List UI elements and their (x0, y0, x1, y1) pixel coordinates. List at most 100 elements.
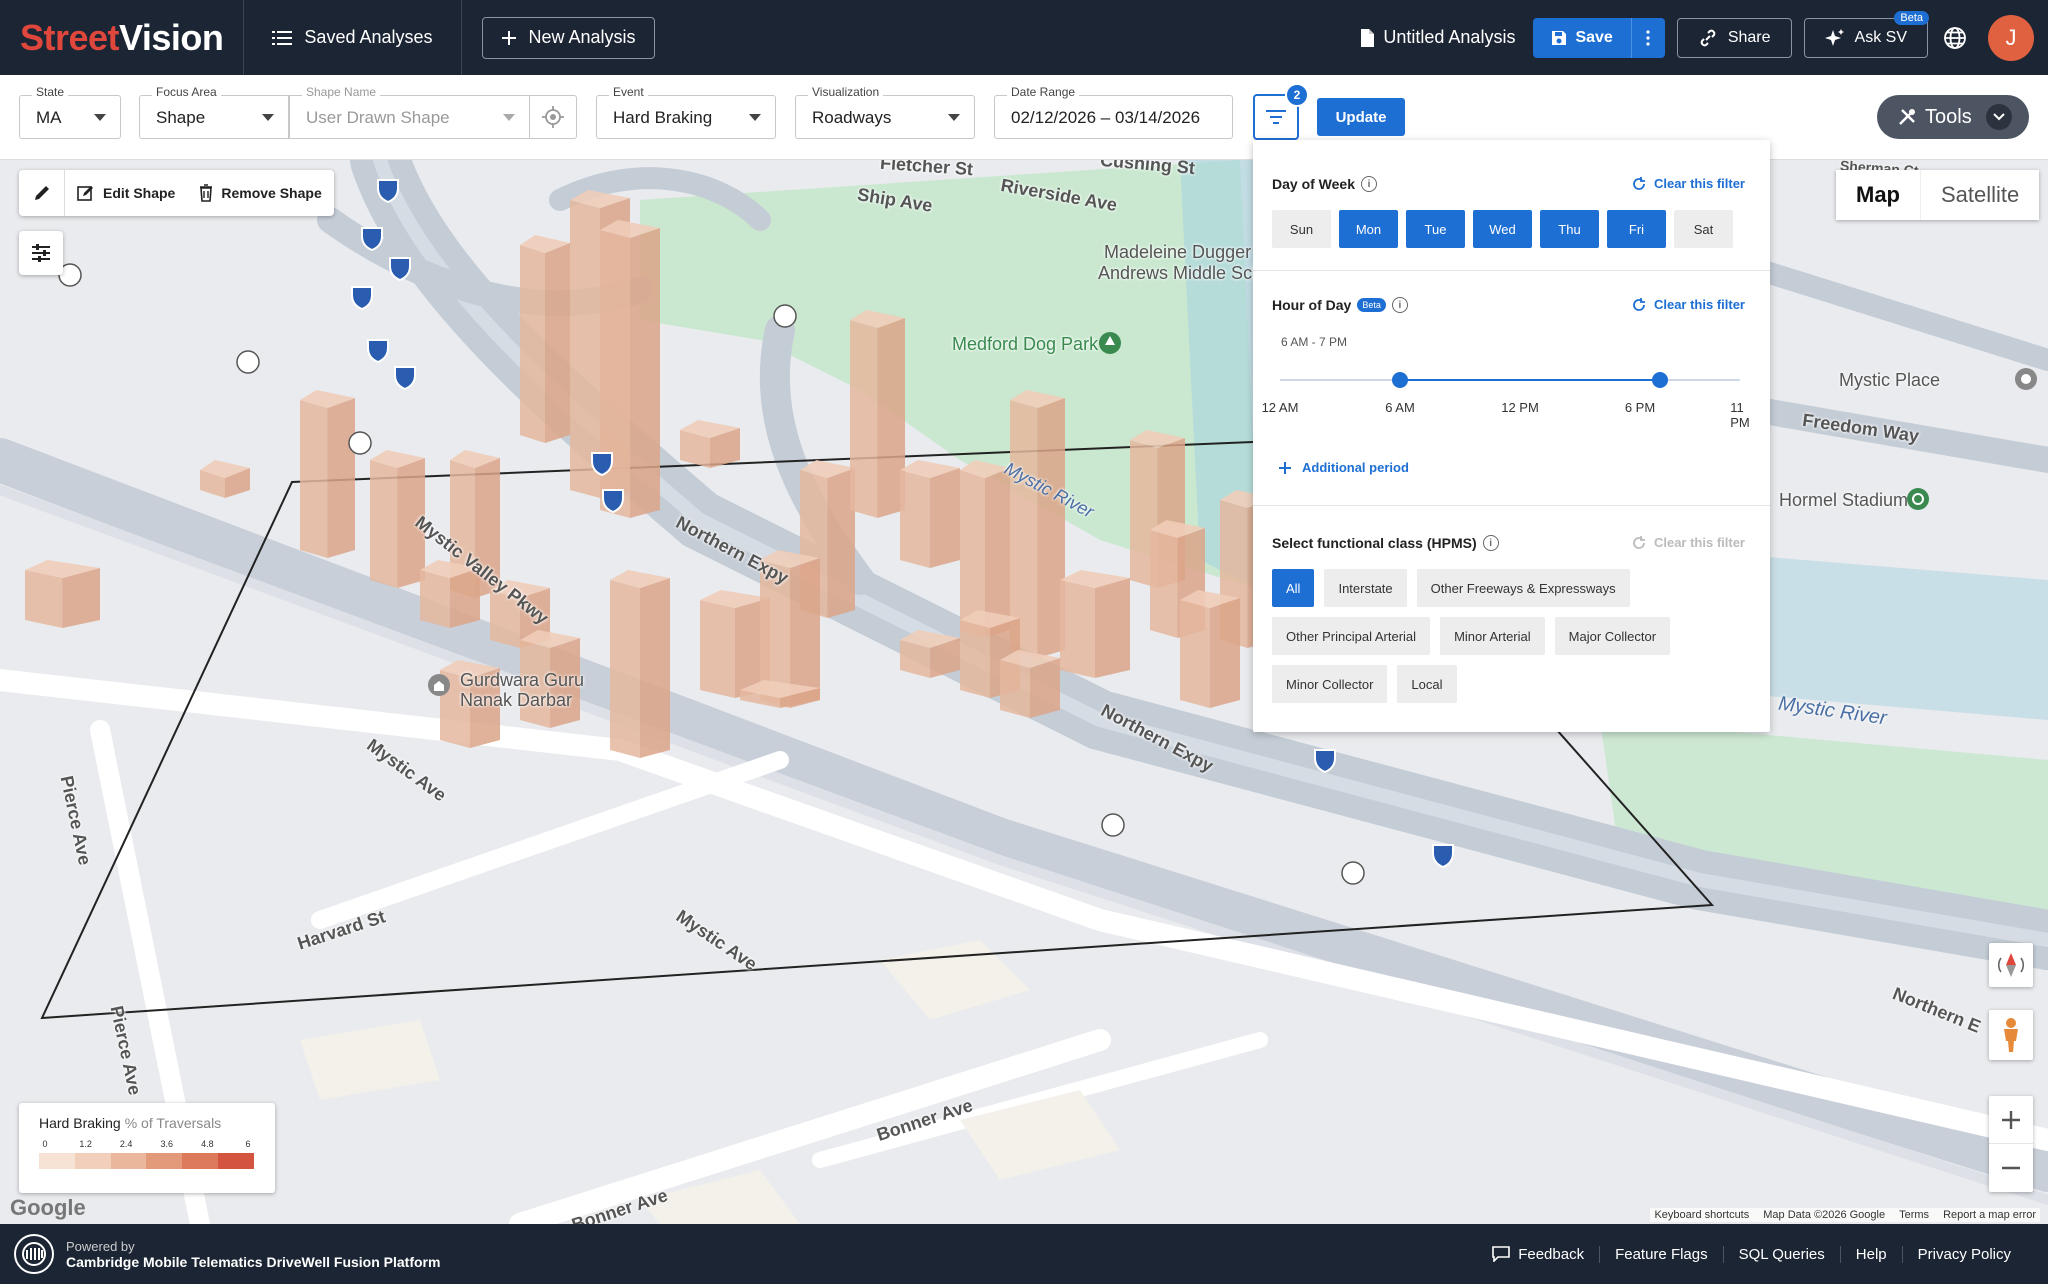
legend-color-swatch (39, 1153, 75, 1169)
terms-link[interactable]: Terms (1899, 1209, 1929, 1221)
saved-analyses-button[interactable]: Saved Analyses (244, 0, 460, 75)
ask-sv-button[interactable]: Ask SV Beta (1803, 10, 1929, 58)
feedback-label: Feedback (1518, 1245, 1585, 1263)
ask-sv-label: Ask SV (1854, 28, 1907, 46)
clear-day-filter-button[interactable]: Clear this filter (1632, 176, 1745, 191)
privacy-policy-link[interactable]: Privacy Policy (1901, 1245, 2026, 1263)
app: StreetVision Saved Analyses New Analysis… (0, 0, 2048, 1284)
class-chip-major-collector[interactable]: Major Collector (1554, 617, 1671, 655)
new-analysis-button[interactable]: New Analysis (481, 16, 655, 59)
keyboard-shortcuts-link[interactable]: Keyboard shortcuts (1654, 1209, 1749, 1221)
slider-start-handle[interactable] (1392, 372, 1408, 388)
day-button-sat[interactable]: Sat (1674, 210, 1733, 248)
globe-icon[interactable] (1940, 23, 1970, 53)
clear-hour-filter-button[interactable]: Clear this filter (1632, 297, 1745, 312)
filter-panel: Day of Week i Clear this filter Sun Mon Tu… (1253, 140, 1770, 732)
legend-tick-label: 6 (245, 1139, 251, 1149)
day-button-sun[interactable]: Sun (1272, 210, 1331, 248)
state-select[interactable]: State MA (19, 85, 121, 139)
filter-toggle-button[interactable]: 2 (1253, 83, 1309, 140)
focus-area-select[interactable]: Focus Area Shape (139, 85, 289, 139)
street-view-button[interactable] (1989, 1010, 2033, 1060)
tools-button[interactable]: Tools (1877, 95, 2029, 139)
clear-class-filter-button[interactable]: Clear this filter (1632, 535, 1745, 550)
refresh-icon (1633, 297, 1645, 311)
help-link[interactable]: Help (1839, 1245, 1902, 1263)
divider (1253, 505, 1770, 506)
route-shield-icon (236, 350, 260, 374)
compass-icon (1997, 953, 2025, 977)
visualization-value: Roadways (812, 108, 892, 127)
class-chip-minor-collector[interactable]: Minor Collector (1272, 665, 1388, 703)
edit-shape-button[interactable]: Edit Shape (65, 184, 187, 202)
class-chip-other-freeways-expressways[interactable]: Other Freeways & Expressways (1416, 569, 1630, 607)
feedback-link[interactable]: Feedback (1477, 1246, 1599, 1263)
place-icon (2015, 368, 2037, 390)
avatar[interactable]: J (1988, 14, 2034, 61)
minus-icon (2002, 1166, 2020, 1170)
day-button-mon[interactable]: Mon (1339, 210, 1398, 248)
class-chip-other-principal-arterial[interactable]: Other Principal Arterial (1272, 617, 1431, 655)
more-vertical-icon (1646, 29, 1650, 46)
class-chips-row-1: All Interstate Other Freeways & Expressway… (1272, 569, 1630, 607)
additional-period-button[interactable]: Additional period (1278, 460, 1409, 475)
building-face (930, 468, 960, 568)
day-of-week-title: Day of Week (1272, 176, 1355, 192)
zoom-in-button[interactable] (1989, 1096, 2033, 1144)
class-chip-minor-arterial[interactable]: Minor Arterial (1440, 617, 1545, 655)
filter-icon (1266, 110, 1286, 124)
map-settings-button[interactable] (19, 231, 63, 275)
remove-shape-button[interactable]: Remove Shape (187, 184, 333, 202)
feature-flags-link[interactable]: Feature Flags (1599, 1245, 1723, 1263)
share-button[interactable]: Share (1676, 17, 1792, 58)
route-shield-icon (348, 431, 372, 455)
top-bar: StreetVision Saved Analyses New Analysis… (0, 0, 2048, 75)
class-chip-interstate[interactable]: Interstate (1324, 569, 1407, 607)
clear-day-filter-label: Clear this filter (1653, 176, 1745, 191)
day-button-tue[interactable]: Tue (1406, 210, 1465, 248)
class-chip-local[interactable]: Local (1397, 665, 1457, 703)
save-more-button[interactable] (1630, 17, 1665, 58)
zoom-out-button[interactable] (1989, 1144, 2033, 1192)
date-range-input[interactable]: Date Range 02/12/2026 – 03/14/2026 (994, 85, 1233, 139)
building-face (900, 470, 930, 568)
trash-icon (200, 184, 213, 202)
link-icon (1700, 29, 1716, 46)
building-face (850, 320, 878, 518)
save-button[interactable]: Save (1533, 29, 1630, 47)
compass-button[interactable] (1989, 943, 2033, 987)
powered-by: Powered by (66, 1238, 135, 1254)
draw-button[interactable] (19, 170, 65, 216)
day-button-wed[interactable]: Wed (1473, 210, 1532, 248)
day-button-fri[interactable]: Fri (1607, 210, 1666, 248)
shape-name-select[interactable]: Shape Name User Drawn Shape (289, 85, 530, 139)
slider-end-handle[interactable] (1652, 372, 1668, 388)
map-type-toggle: Map Satellite (1836, 170, 2040, 220)
info-icon[interactable]: i (1391, 297, 1408, 313)
analysis-title[interactable]: Untitled Analysis (1359, 27, 1515, 48)
info-icon[interactable]: i (1361, 176, 1377, 192)
legend-unit: % of Traversals (124, 1115, 222, 1131)
map-type-satellite[interactable]: Satellite (1921, 170, 2039, 220)
day-button-thu[interactable]: Thu (1540, 210, 1599, 248)
logo[interactable]: StreetVision (0, 17, 243, 59)
building-face (420, 570, 450, 628)
divider (1253, 270, 1770, 271)
map-type-map[interactable]: Map (1836, 170, 1921, 220)
info-icon[interactable]: i (1482, 535, 1499, 551)
locate-button[interactable] (529, 95, 577, 139)
save-icon (1552, 30, 1567, 45)
slider-ticks: 12 AM 6 AM 12 PM 6 PM 11 PM (1262, 400, 1750, 430)
saved-analyses-label: Saved Analyses (304, 27, 433, 47)
class-chip-all[interactable]: All (1272, 569, 1315, 607)
map-attribution: Keyboard shortcuts Map Data ©2026 Google… (1650, 1208, 2040, 1222)
chevron-down-icon (503, 114, 515, 121)
report-error-link[interactable]: Report a map error (1943, 1209, 2036, 1221)
remove-shape-label: Remove Shape (221, 185, 322, 201)
update-button[interactable]: Update (1317, 98, 1405, 136)
event-select[interactable]: Event Hard Braking (596, 85, 776, 139)
sql-queries-link[interactable]: SQL Queries (1722, 1245, 1840, 1263)
visualization-select[interactable]: Visualization Roadways (795, 85, 975, 139)
hour-slider[interactable] (1280, 365, 1740, 395)
hour-of-day-title: Hour of Day (1272, 297, 1352, 313)
